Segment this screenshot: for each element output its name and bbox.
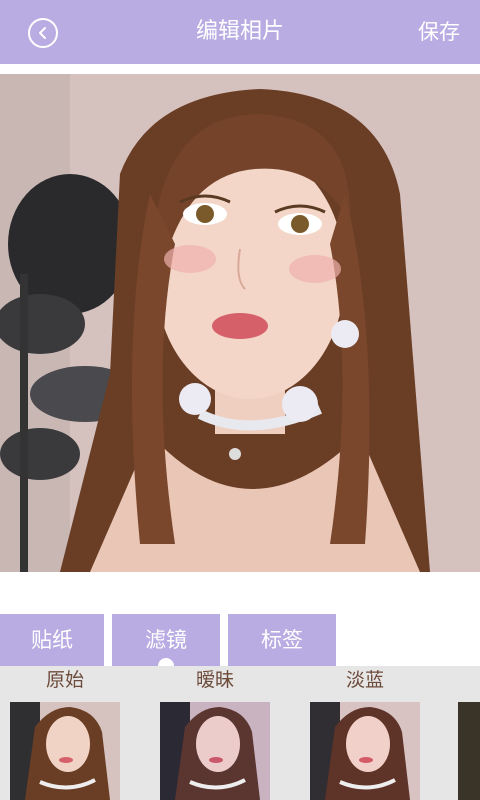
tab-tag[interactable]: 标签 bbox=[228, 614, 336, 666]
filter-thumbnail bbox=[10, 702, 120, 800]
filter-label: 淡蓝 bbox=[345, 669, 384, 691]
filter-label bbox=[458, 666, 480, 696]
portrait-photo bbox=[0, 74, 480, 572]
page-title: 编辑相片 bbox=[195, 19, 284, 44]
filter-item-partial[interactable] bbox=[458, 666, 480, 800]
top-bar: 编辑相片 保存 bbox=[0, 0, 480, 64]
filter-strip[interactable]: 原始 暧昧 淡蓝 bbox=[0, 666, 480, 800]
filter-item-original[interactable]: 原始 bbox=[10, 666, 120, 800]
filter-thumbnail bbox=[160, 702, 270, 800]
filter-thumbnail bbox=[458, 702, 480, 800]
filter-item-danlan[interactable]: 淡蓝 bbox=[310, 666, 420, 800]
filter-thumbnail bbox=[310, 702, 420, 800]
tool-tabs: 贴纸 滤镜 标签 bbox=[0, 614, 480, 666]
filter-label: 暧昧 bbox=[195, 669, 234, 691]
tab-sticker[interactable]: 贴纸 bbox=[0, 614, 104, 666]
photo-editor-screen: 编辑相片 保存 贴纸 滤镜 标签 原始 暧昧 淡蓝 bbox=[0, 0, 480, 800]
filter-item-aimei[interactable]: 暧昧 bbox=[160, 666, 270, 800]
photo-canvas[interactable] bbox=[0, 74, 480, 572]
filter-label: 原始 bbox=[45, 669, 84, 691]
save-button[interactable]: 保存 bbox=[418, 0, 460, 64]
